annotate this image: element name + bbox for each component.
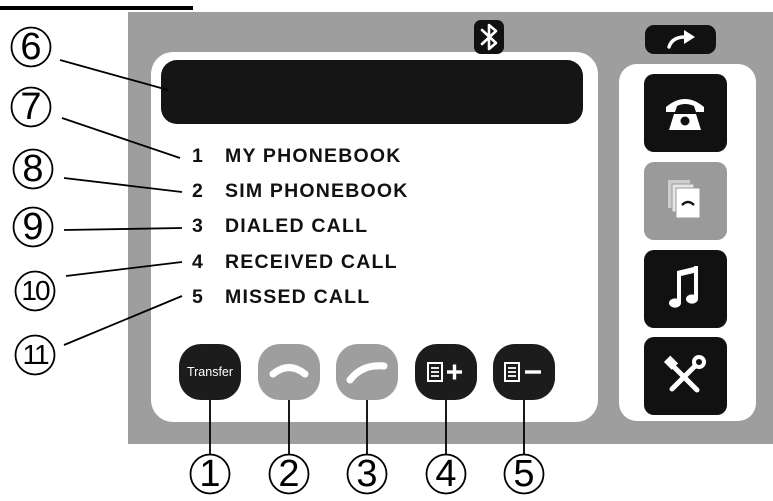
settings-tools-icon <box>663 355 706 393</box>
call-button[interactable] <box>258 344 320 400</box>
callout-number: 6 <box>20 26 42 68</box>
menu-item-number: 1 <box>192 145 205 167</box>
callout-number: 10 <box>21 275 50 306</box>
callout-number: 2 <box>278 453 300 495</box>
menu-item-label: MY PHONEBOOK <box>225 145 402 167</box>
menu-item-number: 5 <box>192 286 205 308</box>
menu-item-my-phonebook[interactable]: 1 MY PHONEBOOK <box>192 145 402 168</box>
callout-5: 5 <box>503 453 545 495</box>
callout-9: 9 <box>12 206 54 248</box>
callout-3: 3 <box>346 453 388 495</box>
side-button-music[interactable] <box>644 250 727 328</box>
callout-number: 9 <box>22 206 44 248</box>
header-rule <box>0 6 193 10</box>
callout-number: 8 <box>22 148 44 190</box>
callout-10: 10 <box>14 270 56 312</box>
callout-number: 4 <box>435 453 457 495</box>
remove-entry-button[interactable] <box>493 344 555 400</box>
menu-item-dialed-call[interactable]: 3 DIALED CALL <box>192 215 368 238</box>
callout-number: 7 <box>20 86 42 128</box>
callout-6: 6 <box>10 26 52 68</box>
back-arrow-icon <box>667 30 695 49</box>
menu-item-label: SIM PHONEBOOK <box>225 180 409 202</box>
menu-item-label: DIALED CALL <box>225 215 369 237</box>
display-bar <box>161 60 583 124</box>
side-button-settings[interactable] <box>644 337 727 415</box>
menu-item-number: 2 <box>192 180 205 202</box>
side-button-phonebook[interactable] <box>644 162 727 240</box>
menu-item-label: MISSED CALL <box>225 286 371 308</box>
hang-up-handset-icon <box>346 362 388 384</box>
callout-4: 4 <box>425 453 467 495</box>
phone-handset-icon <box>666 99 704 130</box>
hang-up-button[interactable] <box>336 344 398 400</box>
transfer-button[interactable]: Transfer <box>179 344 241 400</box>
bluetooth-icon <box>480 23 498 51</box>
menu-item-sim-phonebook[interactable]: 2 SIM PHONEBOOK <box>192 180 409 203</box>
callout-7: 7 <box>10 86 52 128</box>
list-plus-icon <box>427 362 462 382</box>
menu-item-number: 3 <box>192 215 205 237</box>
add-entry-button[interactable] <box>415 344 477 400</box>
music-note-icon <box>669 266 698 308</box>
callout-number: 1 <box>199 453 221 495</box>
callout-2: 2 <box>268 453 310 495</box>
callout-1: 1 <box>189 453 231 495</box>
back-button[interactable] <box>645 25 716 54</box>
menu-item-number: 4 <box>192 251 205 273</box>
menu-item-label: RECEIVED CALL <box>225 251 398 273</box>
call-handset-icon <box>269 364 309 378</box>
callout-11: 11 <box>14 334 56 376</box>
callout-number: 11 <box>22 339 49 370</box>
side-button-phone[interactable] <box>644 74 727 152</box>
callout-8: 8 <box>12 148 54 190</box>
list-minus-icon <box>504 362 541 382</box>
menu-item-received-call[interactable]: 4 RECEIVED CALL <box>192 251 398 274</box>
bluetooth-indicator <box>474 20 504 54</box>
phonebook-cards-icon <box>668 180 701 219</box>
transfer-button-label: Transfer <box>186 365 234 379</box>
menu-item-missed-call[interactable]: 5 MISSED CALL <box>192 286 370 309</box>
callout-number: 3 <box>356 453 378 495</box>
callout-number: 5 <box>513 453 535 495</box>
